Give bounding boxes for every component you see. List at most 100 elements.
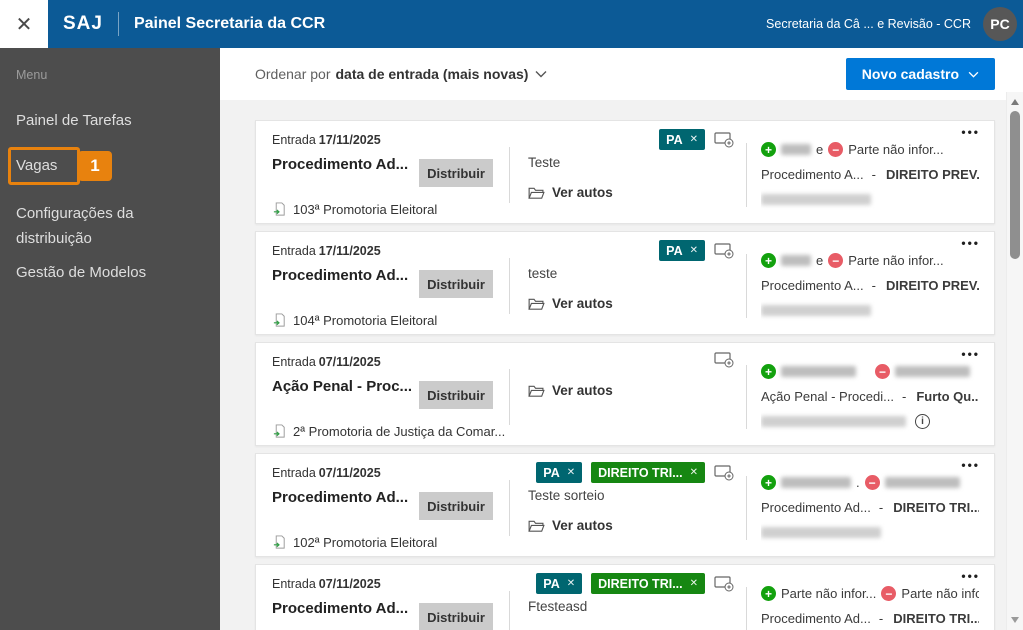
distribute-button[interactable]: Distribuir [419,603,493,630]
add-tag-button[interactable] [714,351,735,368]
class-separator: - [871,278,876,293]
tag-remove-icon[interactable]: ✕ [567,578,575,589]
party-section: + Parte não infor... − Parte não infor..… [761,581,979,630]
tag-label: DIREITO TRI... [598,465,683,480]
card-menu-button[interactable]: ••• [961,125,980,139]
distribute-button[interactable]: Distribuir [419,159,493,187]
page-title: Painel Secretaria da CCR [133,15,326,32]
tag-pa[interactable]: PA ✕ [659,240,705,261]
party-line: + e − Parte não infor... [761,137,979,162]
new-registration-button[interactable]: Novo cadastro [845,58,995,90]
tag-remove-icon[interactable]: ✕ [690,134,698,145]
case-class-line: Procedimento A... - DIREITO PREV... [761,273,979,298]
add-tag-button[interactable] [714,575,735,592]
sort-dropdown[interactable]: Ordenar por data de entrada (mais novas) [255,66,547,82]
close-icon: ✕ [15,13,33,36]
redacted-text [895,366,970,377]
case-title: Procedimento Ad... [272,267,409,284]
distribute-button[interactable]: Distribuir [419,270,493,298]
party-section: + . − Procedimento Ad... - DIREITO TRI..… [761,470,979,545]
sidebar-item-painel-de-tarefas[interactable]: Painel de Tarefas [16,112,204,129]
vacancy-list: Entrada 17/11/2025 Procedimento Ad... Dis… [255,120,995,630]
close-menu-button[interactable]: ✕ [0,0,48,48]
party-line: + − [761,359,979,384]
add-tag-button[interactable] [714,242,735,259]
tag-direito-tri[interactable]: DIREITO TRI... ✕ [591,573,705,594]
tag-remove-icon[interactable]: ✕ [690,245,698,256]
case-title: Ação Penal - Proc... [272,378,413,395]
scroll-down-icon[interactable] [1011,617,1019,623]
tag-pa[interactable]: PA ✕ [659,129,705,150]
tag-pa[interactable]: PA ✕ [536,462,583,483]
view-files-button[interactable]: Ver autos [528,185,613,200]
scrollbar-thumb[interactable] [1010,111,1020,259]
add-tag-icon [714,576,734,592]
sidebar-item-vagas[interactable]: Vagas 1 [8,147,220,185]
distribute-button[interactable]: Distribuir [419,492,493,520]
sidebar-item-gestao-de-modelos[interactable]: Gestão de Modelos [16,264,204,281]
case-class-line: Procedimento Ad... - DIREITO TRI... [761,606,979,630]
case-subject: DIREITO PREV... [885,278,979,293]
scroll-up-icon[interactable] [1011,99,1019,105]
card-menu-button[interactable]: ••• [961,236,980,250]
vacancy-card: Entrada 07/11/2025 Procedimento Ad... Dis… [255,453,995,557]
ellipsis-icon: ••• [961,458,980,472]
add-tag-icon [714,465,734,481]
redacted-text [781,255,811,266]
tag-cluster: PA ✕ [659,240,735,261]
card-divider [509,480,510,536]
entry-line: Entrada 17/11/2025 [272,133,381,147]
case-title: Procedimento Ad... [272,156,409,173]
view-files-button[interactable]: Ver autos [528,296,613,311]
add-tag-button[interactable] [714,131,735,148]
add-tag-button[interactable] [714,464,735,481]
party-name: Parte não infor... [848,253,944,268]
scrollbar[interactable] [1006,92,1023,630]
view-files-button[interactable]: Ver autos [528,383,613,398]
ellipsis-icon: ••• [961,236,980,250]
view-files-button[interactable]: Ver autos [528,518,613,533]
entry-date: 17/11/2025 [318,244,381,258]
card-menu-button[interactable]: ••• [961,569,980,583]
avatar[interactable]: PC [983,7,1017,41]
card-menu-button[interactable]: ••• [961,458,980,472]
tag-direito-tri[interactable]: DIREITO TRI... ✕ [591,462,705,483]
card-menu-button[interactable]: ••• [961,347,980,361]
card-divider [746,587,747,630]
entry-line: Entrada 17/11/2025 [272,244,381,258]
origin-unit: 103ª Promotoria Eleitoral [272,201,437,217]
tag-cluster: PA ✕ DIREITO TRI... ✕ [536,462,735,483]
party-plus-icon: + [761,364,776,379]
sidebar-item-configuracoes-da-distribuicao[interactable]: Configurações da distribuição [16,201,168,251]
origin-unit: 104ª Promotoria Eleitoral [272,312,437,328]
tag-remove-icon[interactable]: ✕ [567,467,575,478]
origin-label: 2ª Promotoria de Justiça da Comar... [293,423,506,439]
party-line: + . − [761,470,979,495]
class-separator: - [871,167,876,182]
party-separator: . [856,475,860,490]
add-tag-icon [714,243,734,259]
card-divider [746,476,747,540]
redacted-text [781,144,811,155]
entry-line: Entrada 07/11/2025 [272,466,381,480]
party-section: + − Ação Penal - Procedi... - Furto Qu..… [761,359,979,434]
party-plus-icon: + [761,586,776,601]
case-number-line: i [761,409,979,434]
tag-remove-icon[interactable]: ✕ [690,578,698,589]
case-class: Ação Penal - Procedi... [761,389,894,404]
entry-line: Entrada 07/11/2025 [272,355,381,369]
party-name: Parte não infor... [781,586,877,601]
party-line: + Parte não infor... − Parte não infor.. [761,581,979,606]
party-name: Parte não infor.. [901,586,979,601]
info-icon[interactable]: i [915,414,930,429]
folder-icon [528,298,545,310]
sort-prefix: Ordenar por [255,66,331,82]
card-divider [509,591,510,630]
tag-pa[interactable]: PA ✕ [536,573,583,594]
card-note: Teste [528,155,561,170]
case-title: Procedimento Ad... [272,600,409,617]
tag-remove-icon[interactable]: ✕ [690,467,698,478]
card-divider [746,365,747,429]
distribute-button[interactable]: Distribuir [419,381,493,409]
ellipsis-icon: ••• [961,347,980,361]
